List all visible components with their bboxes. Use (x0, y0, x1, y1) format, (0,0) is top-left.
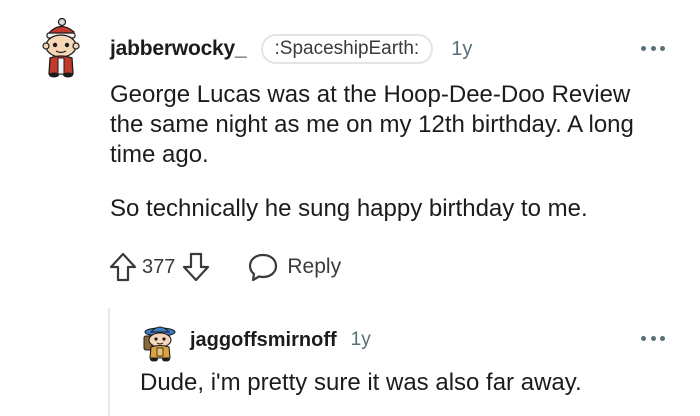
reply-more-options-icon[interactable] (641, 334, 665, 342)
reply-age: 1y (350, 329, 371, 350)
thread-line[interactable] (108, 308, 110, 416)
comment-header: jabberwocky_ :SpaceshipEarth: 1y (110, 34, 472, 64)
comment-action-bar: 377 Reply (108, 250, 341, 284)
reply-body: Dude, i'm pretty sure it was also far aw… (140, 369, 582, 396)
comment-paragraph: George Lucas was at the Hoop-Dee-Doo Rev… (110, 81, 634, 168)
reply-user-avatar[interactable] (140, 322, 178, 362)
comment-age: 1y (451, 37, 473, 60)
upvote-arrow-icon[interactable] (108, 251, 138, 283)
vote-score: 377 (142, 255, 176, 278)
speech-bubble-icon (249, 253, 278, 282)
comment-thread: jabberwocky_ :SpaceshipEarth: 1y George … (0, 0, 700, 416)
reply-button[interactable]: Reply (247, 252, 341, 282)
user-flair-badge: :SpaceshipEarth: (260, 34, 434, 64)
comment-paragraph: So technically he sung happy birthday to… (110, 195, 588, 222)
downvote-arrow-icon[interactable] (181, 251, 211, 283)
comment-username[interactable]: jabberwocky_ (110, 37, 247, 61)
user-avatar[interactable] (38, 18, 84, 78)
reply-label: Reply (287, 255, 342, 278)
more-options-icon[interactable] (641, 44, 665, 52)
reply-username[interactable]: jaggoffsmirnoff (190, 329, 337, 352)
reply-header: jaggoffsmirnoff 1y (190, 326, 371, 354)
